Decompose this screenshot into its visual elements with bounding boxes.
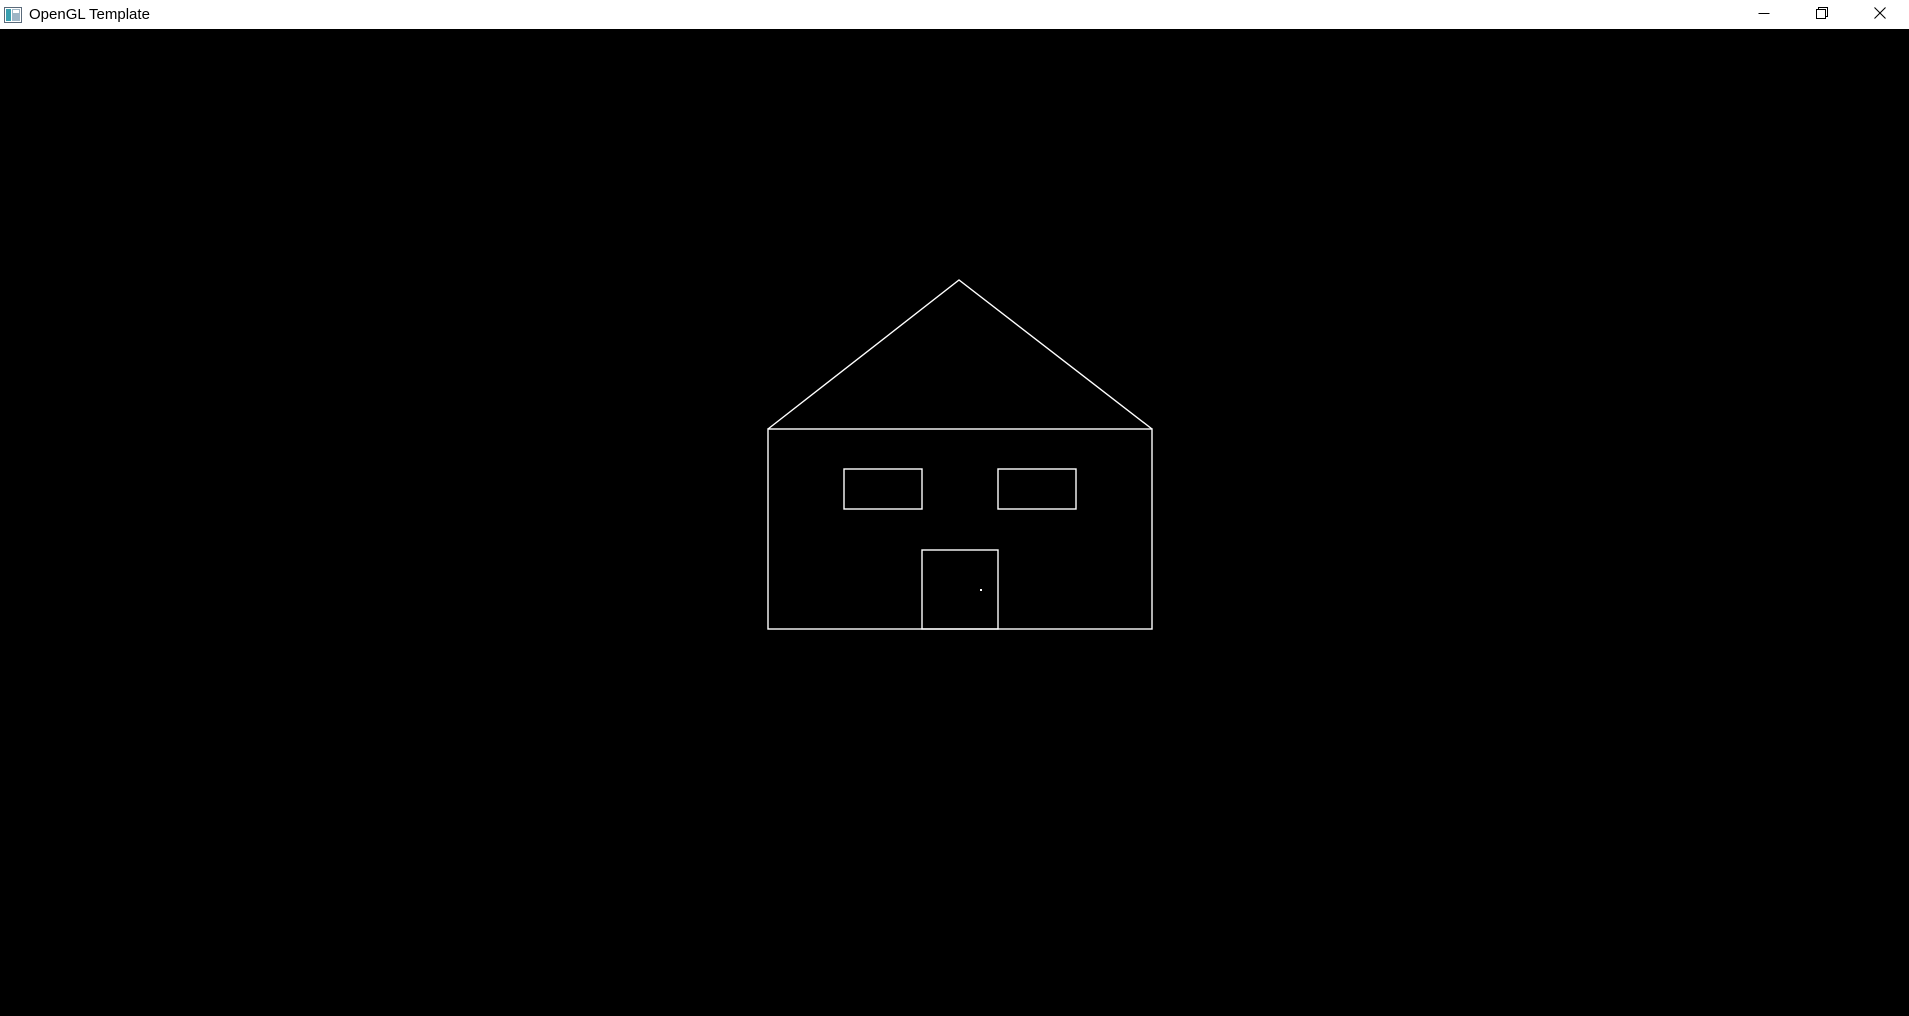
- application-window: OpenGL Template: [0, 0, 1909, 1016]
- right-window: [997, 468, 1077, 510]
- door: [921, 549, 999, 630]
- house-body: [767, 428, 1153, 630]
- roof: [767, 279, 1153, 430]
- house-drawing: [767, 279, 1153, 630]
- left-window: [843, 468, 923, 510]
- door-knob: [980, 589, 982, 591]
